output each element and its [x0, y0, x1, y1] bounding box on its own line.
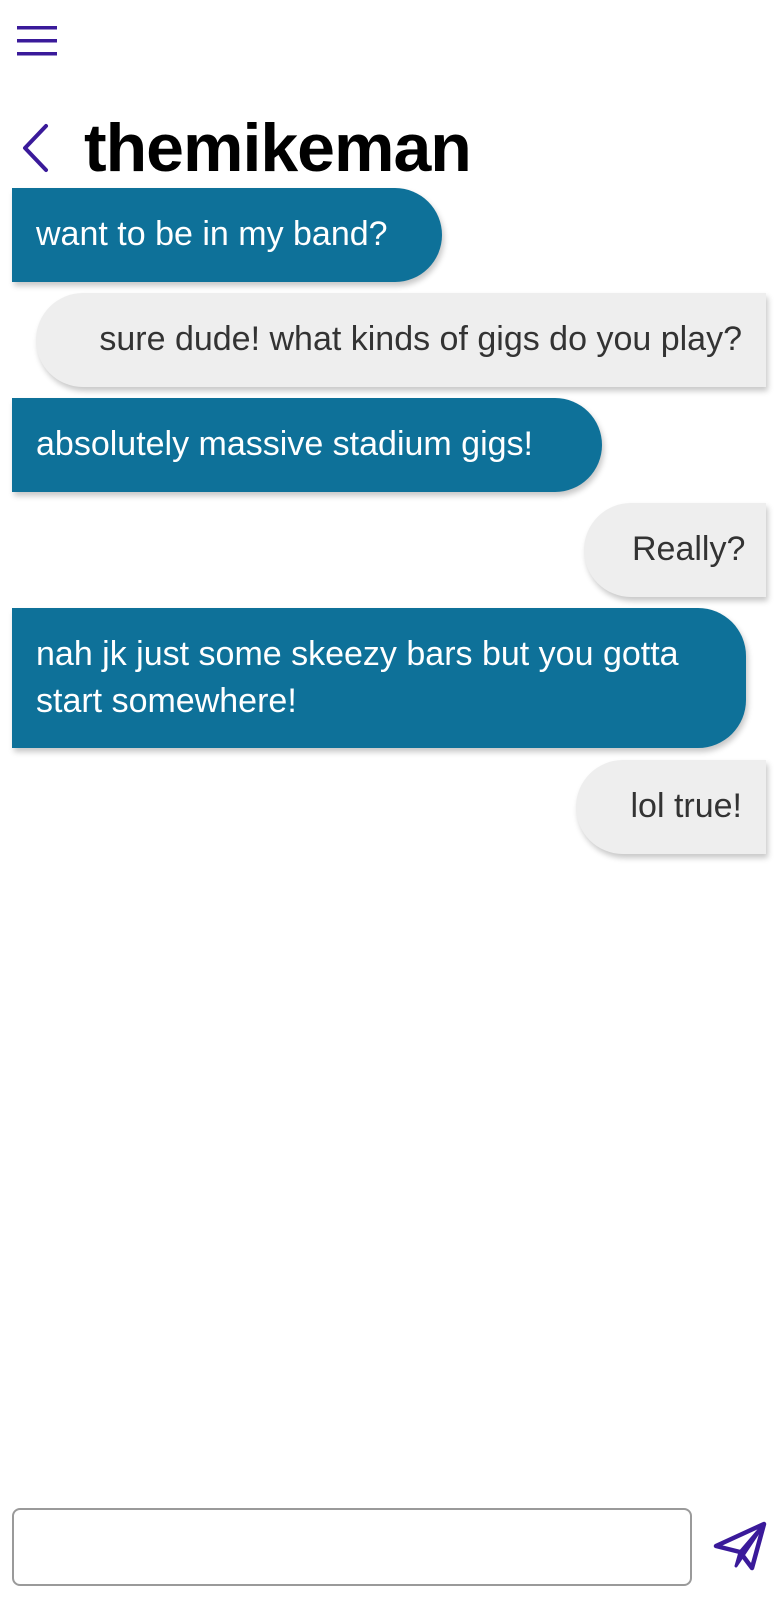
- message-input[interactable]: [12, 1508, 692, 1586]
- chevron-left-icon: [23, 124, 48, 172]
- message-bubble-sent: want to be in my band?: [12, 188, 442, 282]
- conversation-title: themikeman: [84, 110, 472, 186]
- menu-button[interactable]: [14, 20, 60, 62]
- message-bubble-received: lol true!: [576, 760, 766, 854]
- send-button[interactable]: [712, 1518, 770, 1574]
- conversation-header: themikeman: [0, 100, 782, 190]
- paper-plane-icon: [713, 1521, 767, 1571]
- back-button[interactable]: [14, 122, 58, 174]
- hamburger-menu-icon: [17, 26, 57, 56]
- message-bubble-received: Really?: [584, 503, 766, 597]
- message-bubble-sent: absolutely massive stadium gigs!: [12, 398, 602, 492]
- message-bubble-sent: nah jk just some skeezy bars but you got…: [12, 608, 746, 748]
- message-bubble-received: sure dude! what kinds of gigs do you pla…: [36, 293, 766, 387]
